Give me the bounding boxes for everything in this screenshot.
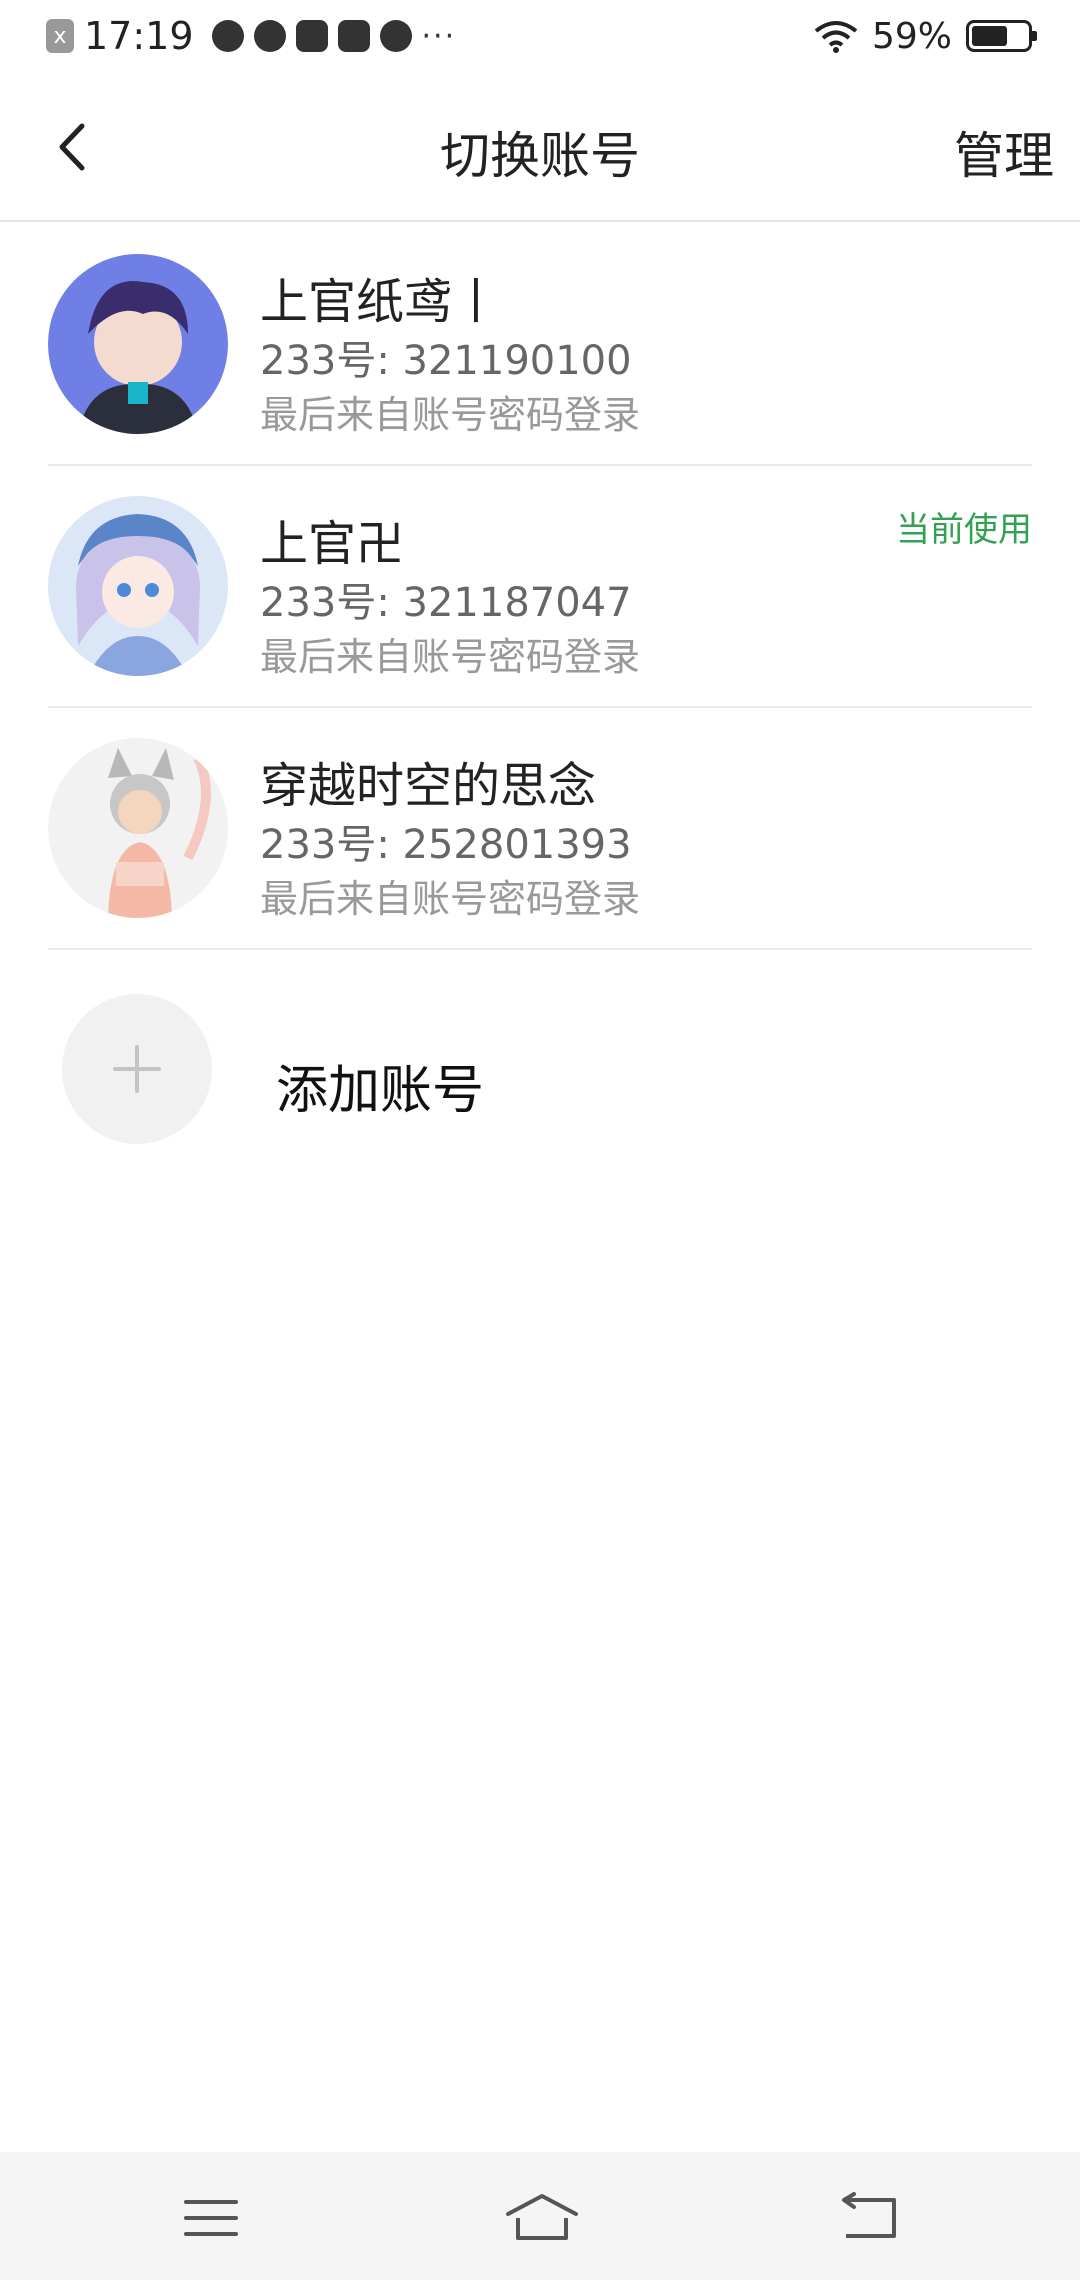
avatar xyxy=(48,254,228,434)
account-login-method: 最后来自账号密码登录 xyxy=(260,393,641,437)
system-nav-bar xyxy=(0,2152,1080,2280)
account-item[interactable]: 上官卍 233号: 321187047 最后来自账号密码登录 当前使用 xyxy=(48,466,1032,708)
battery-percent: 59% xyxy=(871,15,952,57)
account-name: 上官卍 xyxy=(260,516,405,572)
account-id: 233号: 252801393 xyxy=(260,822,632,868)
current-account-badge: 当前使用 xyxy=(896,510,1032,550)
account-item[interactable]: 上官纸鸢丨 233号: 321190100 最后来自账号密码登录 xyxy=(48,224,1032,466)
add-account-button[interactable]: 添加账号 xyxy=(0,950,1080,1144)
avatar xyxy=(48,738,228,918)
fan-icon xyxy=(253,20,286,52)
account-name: 穿越时空的思念 xyxy=(260,758,597,814)
app-header: 切换账号 管理 xyxy=(0,72,1080,222)
menu-button[interactable] xyxy=(172,2192,252,2244)
add-account-label: 添加账号 xyxy=(276,1061,485,1121)
menu-icon xyxy=(184,2200,238,2236)
return-icon xyxy=(842,2192,896,2238)
app-icon xyxy=(337,20,370,52)
account-id: 233号: 321190100 xyxy=(260,338,632,384)
account-item[interactable]: 穿越时空的思念 233号: 252801393 最后来自账号密码登录 xyxy=(48,708,1032,950)
play-icon xyxy=(379,20,412,52)
account-name: 上官纸鸢丨 xyxy=(260,274,501,330)
back-nav-button[interactable] xyxy=(830,2192,910,2244)
add-circle xyxy=(62,994,212,1144)
home-button[interactable] xyxy=(500,2192,584,2244)
notification-icon: x xyxy=(46,19,74,53)
home-icon xyxy=(506,2194,578,2240)
plus-icon xyxy=(113,1045,161,1093)
wifi-icon xyxy=(814,21,858,53)
status-bar: x 17:19 ··· 59% xyxy=(0,0,1080,72)
account-id: 233号: 321187047 xyxy=(260,580,632,626)
page-title: 切换账号 xyxy=(440,127,640,185)
more-notifications-icon: ··· xyxy=(421,18,457,54)
manage-button[interactable]: 管理 xyxy=(954,116,1054,188)
cloud-icon xyxy=(211,20,244,52)
account-login-method: 最后来自账号密码登录 xyxy=(260,877,641,921)
music-icon xyxy=(295,20,328,52)
account-list: 上官纸鸢丨 233号: 321190100 最后来自账号密码登录 上官卍 233… xyxy=(0,224,1080,950)
account-login-method: 最后来自账号密码登录 xyxy=(260,635,641,679)
avatar xyxy=(48,496,228,676)
status-time: 17:19 xyxy=(84,14,194,58)
battery-icon xyxy=(966,20,1037,52)
switch-account-screen: x 17:19 ··· 59% 切换账号 管理 上官纸鸢丨 233号: 3211… xyxy=(0,0,1080,2280)
